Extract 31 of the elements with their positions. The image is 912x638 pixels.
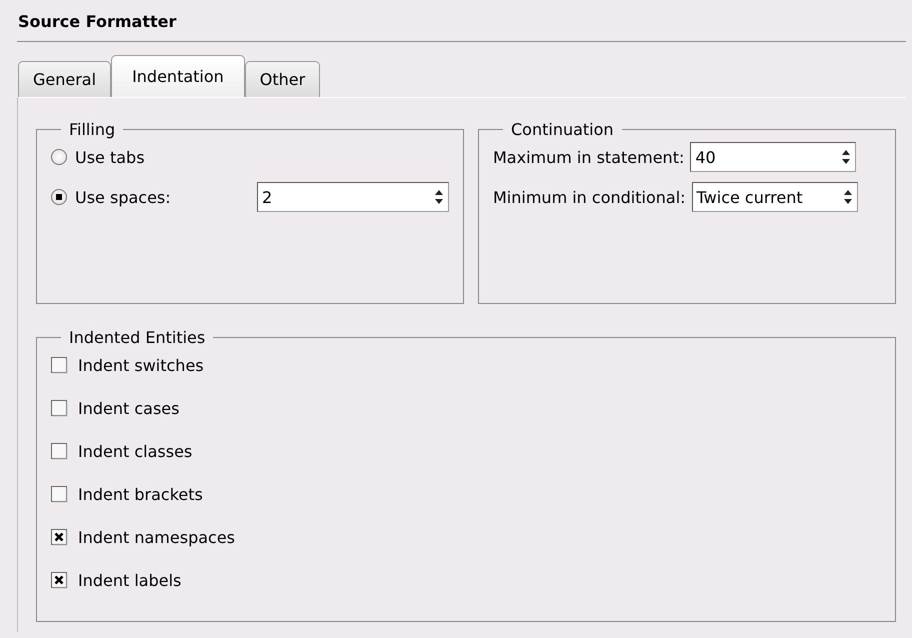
checkbox-label: Indent cases bbox=[78, 398, 180, 418]
checkbox-label: Indent labels bbox=[78, 570, 182, 590]
checkbox[interactable] bbox=[51, 356, 68, 374]
group-title: Filling bbox=[68, 120, 116, 139]
checkbox[interactable] bbox=[51, 528, 68, 546]
field-label: Minimum in conditional: bbox=[493, 188, 686, 206]
spin-arrows-icon[interactable] bbox=[841, 148, 852, 166]
checkbox[interactable] bbox=[51, 486, 68, 502]
spin-field[interactable]: Twice current bbox=[692, 182, 858, 212]
field-label: Maximum in statement: bbox=[493, 148, 684, 166]
checkbox-label: Indent classes bbox=[78, 442, 192, 460]
spin-field[interactable]: 40 bbox=[690, 142, 856, 172]
spin-arrows-icon[interactable] bbox=[842, 188, 853, 206]
tab[interactable]: Other bbox=[244, 61, 320, 97]
checkbox-label: Indent namespaces bbox=[78, 528, 236, 546]
radio-button[interactable] bbox=[51, 149, 67, 165]
radio-button[interactable] bbox=[51, 189, 67, 205]
radio-label: Use spaces: bbox=[75, 188, 171, 206]
checkbox[interactable] bbox=[51, 442, 68, 460]
tab[interactable]: Indentation bbox=[111, 55, 245, 97]
spin-arrows-icon[interactable] bbox=[434, 188, 444, 206]
group-title: Continuation bbox=[510, 120, 615, 139]
checkbox[interactable] bbox=[51, 400, 68, 416]
group-title: Indented Entities bbox=[68, 328, 206, 347]
checkbox-label: Indent switches bbox=[78, 356, 204, 374]
tab[interactable]: General bbox=[18, 61, 112, 97]
section-title: Source Formatter bbox=[18, 12, 176, 31]
spin-field[interactable]: 2 bbox=[257, 182, 449, 212]
checkbox-label: Indent brackets bbox=[78, 484, 203, 504]
radio-label: Use tabs bbox=[75, 148, 145, 166]
checkbox[interactable] bbox=[51, 572, 68, 588]
